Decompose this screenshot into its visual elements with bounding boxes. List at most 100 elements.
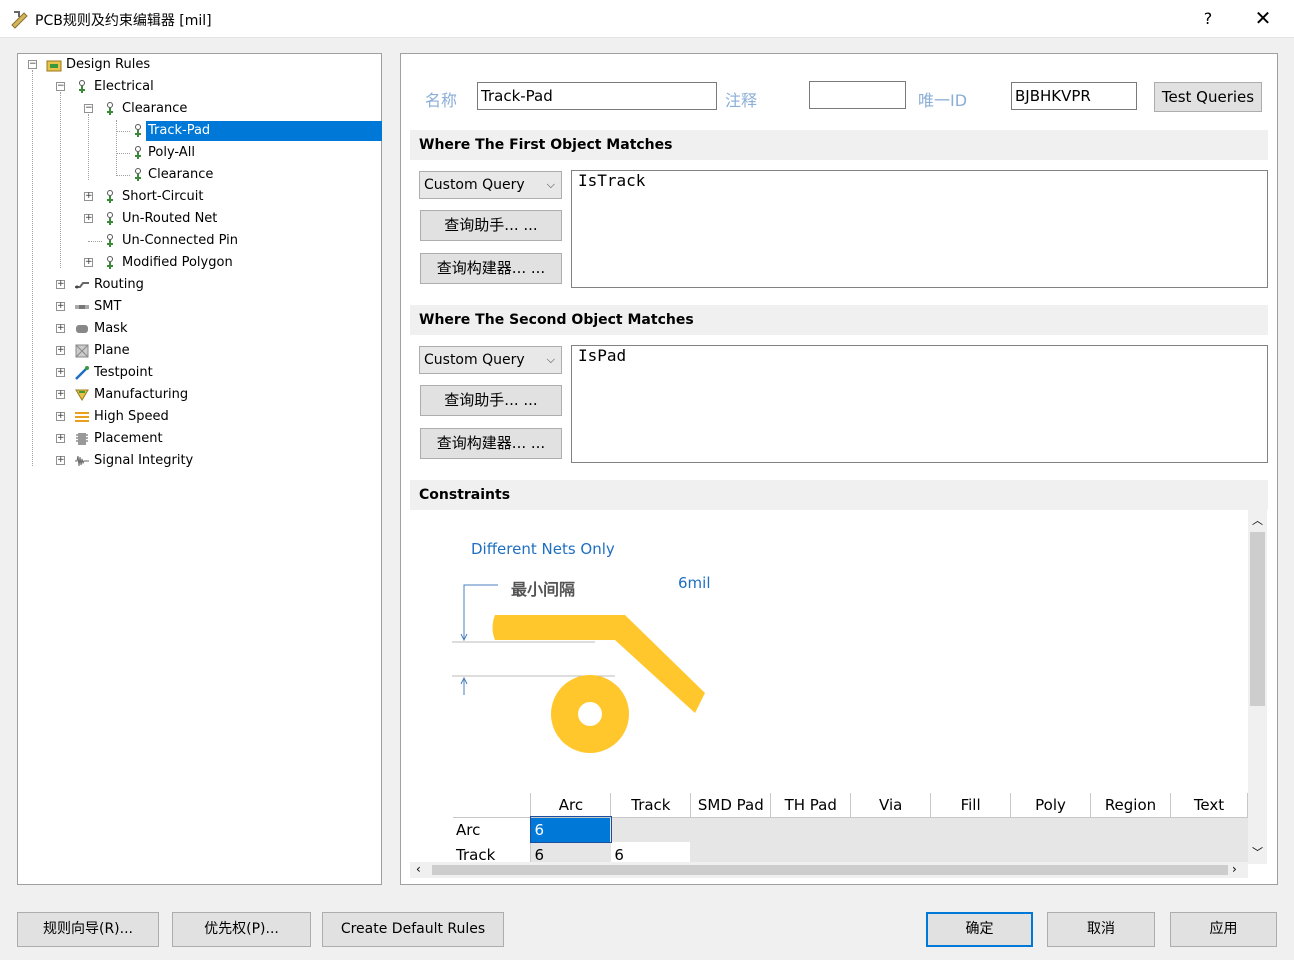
expand-icon[interactable]: + [84,258,93,267]
first-query-type-dropdown[interactable]: Custom Query ⌵ [419,171,562,199]
tree-item-clearance[interactable]: − Clearance [84,99,189,119]
scroll-right-icon[interactable]: › [1232,862,1237,876]
tree-label: Poly-All [148,145,195,160]
tree-item-routing[interactable]: + Routing [56,275,146,295]
tree-item-plane[interactable]: + Plane [56,341,132,361]
expand-icon[interactable]: + [56,368,65,377]
expand-icon[interactable]: + [56,390,65,399]
expand-icon[interactable]: + [84,192,93,201]
first-query-helper-button[interactable]: 查询助手... ... [420,210,562,241]
comment-label: 注释 [725,91,758,110]
tree-item-un-connected-pin[interactable]: Un-Connected Pin [84,231,240,251]
expand-icon[interactable]: + [56,456,65,465]
placement-icon [76,433,88,445]
expand-icon[interactable]: + [56,302,65,311]
tree-item-electrical[interactable]: − Electrical [56,77,156,97]
tree-item-design-rules[interactable]: − Design Rules [28,55,152,75]
expand-icon[interactable]: + [84,214,93,223]
constraints-vertical-scrollbar[interactable]: ︿ ﹀ [1248,510,1267,864]
electrical-rule-icon [79,80,85,93]
tree-label: Clearance [148,167,214,182]
tree-label: Modified Polygon [122,255,233,270]
collapse-icon[interactable]: − [28,60,37,69]
tree-item-placement[interactable]: + Placement [56,429,165,449]
smt-icon [75,305,89,309]
help-button[interactable]: ? [1198,9,1218,28]
second-query-editor[interactable]: IsPad [571,345,1268,463]
scrollbar-thumb[interactable] [1250,532,1265,706]
table-cell [1090,842,1171,864]
tree-item-smt[interactable]: + SMT [56,297,123,317]
table-cell[interactable]: 6 [610,842,692,864]
expand-icon[interactable]: + [56,412,65,421]
column-header: Region [1090,793,1171,818]
rule-wizard-button[interactable]: 规则向导(R)... [17,912,159,947]
unique-id-field[interactable]: BJBHKVPR [1011,82,1137,110]
row-header: Track [453,842,532,864]
cancel-button[interactable]: 取消 [1047,912,1155,947]
test-queries-button[interactable]: Test Queries [1154,82,1262,112]
tree-item-modified-polygon[interactable]: + Modified Polygon [84,253,235,273]
table-corner [453,793,532,818]
table-cell[interactable]: 6 [530,842,612,864]
tree-item-high-speed[interactable]: + High Speed [56,407,171,427]
second-query-helper-button[interactable]: 查询助手... ... [420,385,562,416]
expand-icon[interactable]: + [56,324,65,333]
net-scope-selector[interactable]: Different Nets Only [471,540,615,558]
table-cell [1170,817,1248,842]
expand-icon[interactable]: + [56,280,65,289]
tree-label: Short-Circuit [122,189,204,204]
table-row: Arc 6 [453,816,1248,843]
collapse-icon[interactable]: − [56,82,65,91]
tree-item-un-routed-net[interactable]: + Un-Routed Net [84,209,219,229]
apply-button[interactable]: 应用 [1170,912,1277,947]
tree-item-clearance-rule[interactable]: Clearance [130,165,215,185]
expand-icon[interactable]: + [56,346,65,355]
tree-label: Electrical [94,79,154,94]
rule-tree-panel: − Design Rules − Electrical − Clearance … [17,53,382,885]
second-query-type-dropdown[interactable]: Custom Query ⌵ [419,346,562,374]
scroll-up-icon[interactable]: ︿ [1252,512,1263,528]
tree-item-manufacturing[interactable]: + Manufacturing [56,385,190,405]
table-cell [610,817,692,842]
scrollbar-thumb[interactable] [432,865,1228,875]
expand-icon[interactable]: + [56,434,65,443]
name-field[interactable]: Track-Pad [477,82,717,110]
first-query-editor[interactable]: IsTrack [571,170,1268,288]
ok-button[interactable]: 确定 [926,912,1033,947]
unique-id-label: 唯一ID [918,91,968,110]
table-cell [1010,817,1092,842]
tree-line [32,70,33,466]
scroll-down-icon[interactable]: ﹀ [1252,844,1263,860]
tree-item-signal-integrity[interactable]: + Signal Integrity [56,451,195,471]
table-cell[interactable]: 6 [529,816,612,843]
tree-item-mask[interactable]: + Mask [56,319,129,339]
tree-item-track-pad[interactable]: Track-Pad [130,121,382,141]
tree-label: Plane [94,343,130,358]
tree-label: Track-Pad [146,121,382,141]
close-button[interactable]: ✕ [1251,6,1275,30]
table-cell [850,817,932,842]
second-query-builder-button[interactable]: 查询构建器... ... [420,428,562,459]
tree-line [88,114,89,180]
pcb-rules-app-icon [11,11,28,29]
tree-line [116,153,130,154]
mask-icon [76,325,88,333]
constraints-horizontal-scrollbar[interactable]: ‹ › [410,862,1248,878]
tree-item-poly-all[interactable]: Poly-All [130,143,197,163]
first-query-builder-button[interactable]: 查询构建器... ... [420,253,562,284]
table-cell [770,842,852,864]
tree-item-testpoint[interactable]: + Testpoint [56,363,155,383]
signal-integrity-icon [75,455,89,467]
chevron-down-icon: ⌵ [546,178,555,191]
priorities-button[interactable]: 优先权(P)... [172,912,311,947]
table-cell [930,817,1012,842]
collapse-icon[interactable]: − [84,104,93,113]
tree-item-short-circuit[interactable]: + Short-Circuit [84,187,205,207]
clearance-rule-icon [107,102,113,115]
scroll-left-icon[interactable]: ‹ [416,862,421,876]
create-default-rules-button[interactable]: Create Default Rules [322,912,504,947]
table-cell [690,817,772,842]
manufacturing-icon [75,389,89,401]
comment-field[interactable] [809,81,906,109]
